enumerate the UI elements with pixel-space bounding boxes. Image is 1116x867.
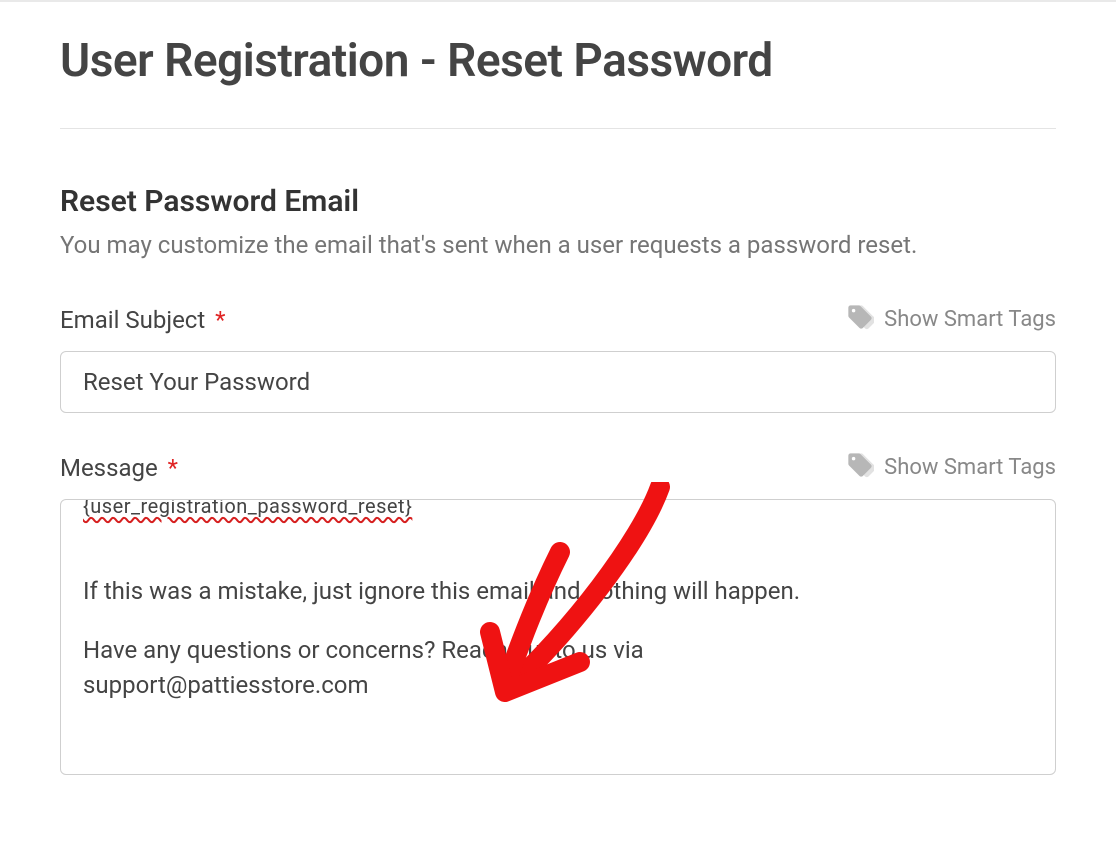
show-smart-tags-link[interactable]: Show Smart Tags — [846, 303, 1056, 337]
message-row: Message * Show Smart Tags {user_registra… — [60, 451, 1056, 775]
message-label: Message * — [60, 454, 178, 482]
message-line-2: Have any questions or concerns? Reach ou… — [83, 633, 1033, 703]
tags-icon — [846, 451, 874, 485]
show-smart-tags-link[interactable]: Show Smart Tags — [846, 451, 1056, 485]
page-title: User Registration - Reset Password — [60, 34, 1056, 88]
email-subject-label-text: Email Subject — [60, 306, 205, 334]
section-description: You may customize the email that's sent … — [60, 229, 1056, 263]
show-smart-tags-label: Show Smart Tags — [884, 455, 1056, 480]
email-subject-row: Email Subject * Show Smart Tags — [60, 303, 1056, 413]
message-line-1: If this was a mistake, just ignore this … — [83, 574, 1033, 609]
message-support-email: support@pattiesstore.com — [83, 671, 369, 699]
required-asterisk: * — [168, 454, 178, 482]
message-shortcode: {user_registration_password_reset} — [83, 499, 412, 518]
section-title: Reset Password Email — [60, 184, 1056, 219]
message-label-text: Message — [60, 454, 158, 482]
message-line-2a: Have any questions or concerns? Reach ou… — [83, 636, 644, 664]
email-subject-input[interactable] — [60, 351, 1056, 413]
message-textarea[interactable]: {user_registration_password_reset} If th… — [60, 499, 1056, 775]
divider — [60, 128, 1056, 129]
email-subject-label: Email Subject * — [60, 306, 226, 334]
required-asterisk: * — [215, 306, 225, 334]
tags-icon — [846, 303, 874, 337]
show-smart-tags-label: Show Smart Tags — [884, 307, 1056, 332]
